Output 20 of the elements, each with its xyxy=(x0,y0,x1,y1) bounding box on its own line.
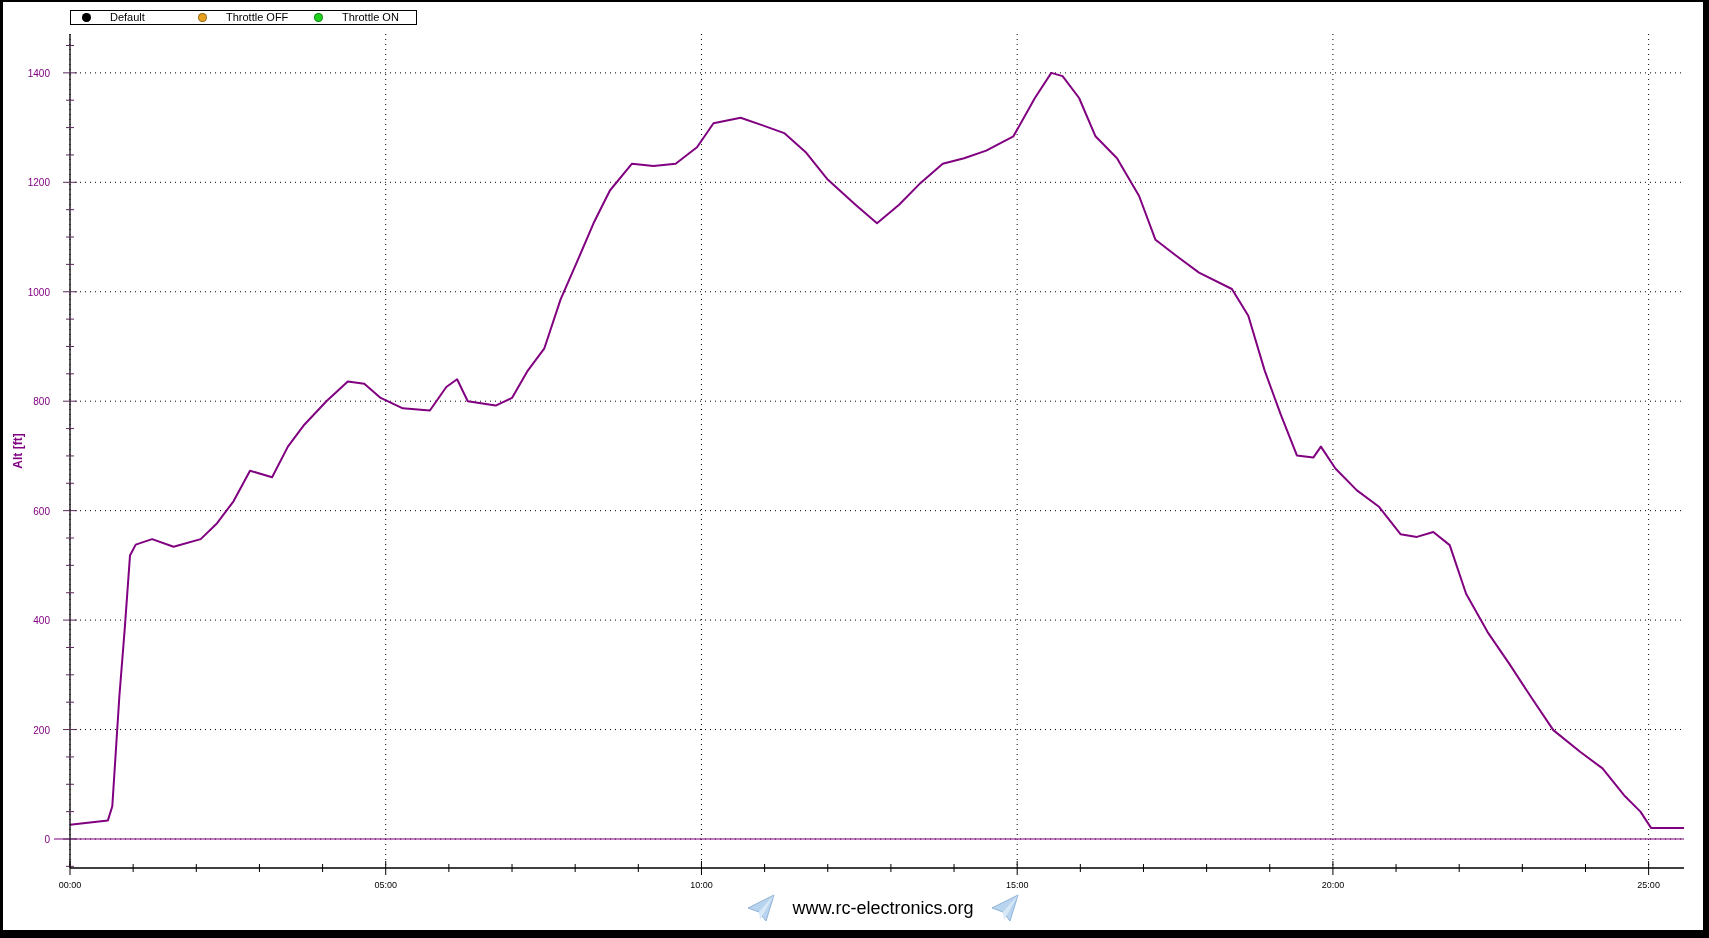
axis-label: 800 xyxy=(33,396,50,408)
axis-label: 25:00 xyxy=(1637,880,1660,890)
axis-label: 400 xyxy=(33,615,50,627)
axis-label: 00:00 xyxy=(58,880,82,890)
axis-label: 600 xyxy=(33,505,50,517)
axis-label: 1400 xyxy=(27,67,50,79)
axis-label: 1200 xyxy=(27,177,50,189)
axis-label: 0 xyxy=(44,834,50,845)
legend-label: Default xyxy=(110,11,145,24)
axis-label: 20:00 xyxy=(1321,880,1345,890)
paper-plane-icon xyxy=(989,893,1020,923)
legend-label: Throttle ON xyxy=(342,11,399,24)
axis-label: 200 xyxy=(33,724,50,736)
axis-label: 1000 xyxy=(27,286,50,298)
axis-label: 15:00 xyxy=(1005,880,1029,890)
axis-label: 05:00 xyxy=(374,880,397,890)
legend-label: Throttle OFF xyxy=(226,11,289,24)
axis-title: Alt [ft] xyxy=(11,433,25,469)
paper-plane-icon xyxy=(746,893,777,923)
axis-label: 10:00 xyxy=(690,880,713,890)
